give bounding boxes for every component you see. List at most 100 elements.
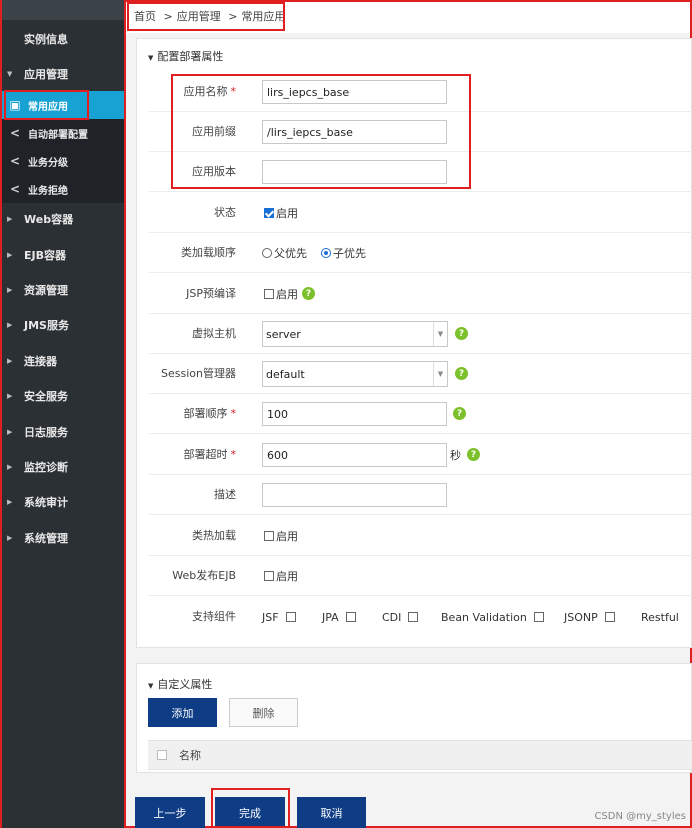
checkbox-icon[interactable] xyxy=(408,612,419,622)
vhost-select[interactable]: server ▼ xyxy=(262,321,448,347)
label-app-version: 应用版本 xyxy=(192,165,236,178)
add-button[interactable]: 添加 xyxy=(148,698,217,727)
cancel-button[interactable]: 取消 xyxy=(297,797,366,828)
caret-right-icon: ▶ xyxy=(7,321,13,329)
checkbox-icon[interactable] xyxy=(604,612,615,622)
classload-child-option[interactable]: 子优先 xyxy=(321,233,366,273)
select-value: default xyxy=(266,367,305,381)
label-app-name: 应用名称 * xyxy=(183,85,237,98)
checkbox-icon[interactable] xyxy=(533,612,544,622)
row-app-version: 应用版本 xyxy=(149,152,692,192)
row-classload: 类加载顺序 父优先 子优先 xyxy=(149,233,692,273)
option-text: JSONP xyxy=(564,610,598,624)
sidebar-sub-auto-deploy[interactable]: < 自动部署配置 xyxy=(2,119,124,147)
status-enable-option[interactable]: 启用 xyxy=(264,193,298,233)
sidebar-item-connector[interactable]: ▶ 连接器 xyxy=(2,344,124,378)
radio-icon[interactable] xyxy=(262,248,272,258)
label-status: 状态 xyxy=(214,206,236,219)
row-description: 描述 xyxy=(149,475,692,515)
sidebar-item-label: 系统审计 xyxy=(24,496,68,509)
share-icon: < xyxy=(9,154,21,168)
component-jsf[interactable]: JSF xyxy=(262,597,296,637)
session-mgr-select[interactable]: default ▼ xyxy=(262,361,448,387)
option-text: CDI xyxy=(382,610,402,624)
help-icon[interactable]: ? xyxy=(455,367,468,380)
checkbox-icon[interactable] xyxy=(285,612,296,622)
app-name-input[interactable] xyxy=(262,80,447,104)
checkbox-checked-icon[interactable] xyxy=(264,208,274,218)
row-status: 状态 启用 xyxy=(149,193,692,233)
row-app-name: 应用名称 * xyxy=(149,72,692,112)
breadcrumb-home[interactable]: 首页 xyxy=(134,10,156,23)
app-version-input[interactable] xyxy=(262,160,447,184)
sidebar-sub-label: 业务分级 xyxy=(28,157,68,169)
sidebar-sub-label: 业务拒绝 xyxy=(28,185,68,197)
description-input[interactable] xyxy=(262,483,447,507)
prev-button[interactable]: 上一步 xyxy=(135,797,205,828)
select-all-checkbox[interactable] xyxy=(157,750,167,760)
sidebar-item-security[interactable]: ▶ 安全服务 xyxy=(2,379,124,413)
chevron-down-icon[interactable]: ▼ xyxy=(433,362,447,386)
section-title-text: 自定义属性 xyxy=(157,678,213,691)
option-text: 启用 xyxy=(276,207,298,220)
web-ejb-enable-option[interactable]: 启用 xyxy=(264,556,298,596)
sidebar-sub-common-apps[interactable]: ▣ 常用应用 xyxy=(2,91,124,119)
sidebar-sub-business-reject[interactable]: < 业务拒绝 xyxy=(2,175,124,203)
sidebar-sub-business-grading[interactable]: < 业务分级 xyxy=(2,147,124,175)
label-hot-reload: 类热加载 xyxy=(192,529,236,542)
caret-right-icon: ▶ xyxy=(7,286,13,294)
sidebar-item-system-mgmt[interactable]: ▶ 系统管理 xyxy=(2,521,124,555)
sidebar-top-bar xyxy=(2,0,124,20)
delete-button[interactable]: 删除 xyxy=(229,698,298,727)
sidebar-item-ejb-container[interactable]: ▶ EJB容器 xyxy=(2,238,124,272)
checkbox-icon[interactable] xyxy=(264,531,274,541)
radio-selected-icon[interactable] xyxy=(321,248,331,258)
breadcrumb-sep: > xyxy=(228,10,238,23)
row-deploy-order: 部署顺序* ? xyxy=(149,394,692,434)
sidebar-item-label: 实例信息 xyxy=(24,33,68,46)
classload-parent-option[interactable]: 父优先 xyxy=(262,233,307,273)
deploy-order-input[interactable] xyxy=(262,402,447,426)
sidebar-item-monitoring[interactable]: ▶ 监控诊断 xyxy=(2,450,124,484)
component-bean-validation[interactable]: Bean Validation xyxy=(441,597,544,637)
jsp-enable-option[interactable]: 启用 xyxy=(264,274,298,314)
sidebar-sub-label: 自动部署配置 xyxy=(28,129,88,141)
checkbox-icon[interactable] xyxy=(264,289,274,299)
select-value: server xyxy=(266,327,301,341)
sidebar-item-app-mgmt[interactable]: ▼ 应用管理 xyxy=(2,57,124,91)
sidebar-item-web-container[interactable]: ▶ Web容器 xyxy=(2,202,124,236)
help-icon[interactable]: ? xyxy=(467,448,480,461)
option-text: 子优先 xyxy=(333,247,366,260)
sidebar-item-instance-info[interactable]: 实例信息 xyxy=(2,22,124,56)
component-cdi[interactable]: CDI xyxy=(382,597,419,637)
sidebar-item-logs[interactable]: ▶ 日志服务 xyxy=(2,415,124,449)
timeout-unit: 秒 xyxy=(450,449,461,462)
sidebar-item-resource-mgmt[interactable]: ▶ 资源管理 xyxy=(2,273,124,307)
help-icon[interactable]: ? xyxy=(453,407,466,420)
component-jpa[interactable]: JPA xyxy=(322,597,356,637)
sidebar-item-label: 系统管理 xyxy=(24,532,68,545)
chevron-down-icon[interactable]: ▼ xyxy=(433,322,447,346)
checkbox-icon[interactable] xyxy=(345,612,356,622)
row-vhost: 虚拟主机 server ▼ ? xyxy=(149,314,692,354)
caret-down-icon: ▼ xyxy=(148,682,154,690)
required-mark: * xyxy=(230,407,237,420)
help-icon[interactable]: ? xyxy=(455,327,468,340)
app-prefix-input[interactable] xyxy=(262,120,447,144)
custom-section-title[interactable]: ▼ 自定义属性 xyxy=(148,676,212,692)
label-classload: 类加载顺序 xyxy=(181,246,236,259)
hot-reload-enable-option[interactable]: 启用 xyxy=(264,516,298,556)
deploy-section-title[interactable]: ▼ 配置部署属性 xyxy=(148,48,223,64)
sidebar-item-jms[interactable]: ▶ JMS服务 xyxy=(2,308,124,342)
help-icon[interactable]: ? xyxy=(302,287,315,300)
component-restful[interactable]: Restful xyxy=(641,597,679,637)
label-deploy-order: 部署顺序 * xyxy=(183,407,237,420)
deploy-timeout-input[interactable] xyxy=(262,443,447,467)
sidebar-item-audit[interactable]: ▶ 系统审计 xyxy=(2,485,124,519)
component-jsonp[interactable]: JSONP xyxy=(564,597,615,637)
finish-button[interactable]: 完成 xyxy=(215,797,285,828)
breadcrumb-app-mgmt[interactable]: 应用管理 xyxy=(177,10,221,23)
sidebar-item-label: EJB容器 xyxy=(24,249,66,262)
checkbox-icon[interactable] xyxy=(264,571,274,581)
label-web-ejb: Web发布EJB xyxy=(172,569,236,582)
